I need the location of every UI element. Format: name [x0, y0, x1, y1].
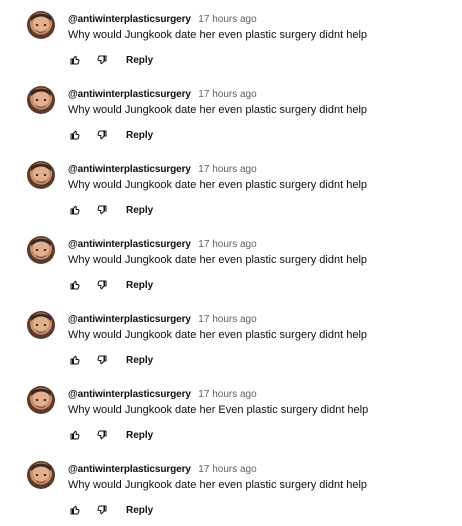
comment-text: Why would Jungkook date her even plastic…: [68, 254, 368, 266]
thumbs-down-icon[interactable]: [93, 51, 111, 69]
comment-actions: Reply: [66, 201, 153, 219]
comment-author[interactable]: @antiwinterplasticsurgery: [68, 14, 191, 25]
comment-author[interactable]: @antiwinterplasticsurgery: [68, 464, 191, 475]
comment-meta: @antiwinterplasticsurgery 17 hours ago: [68, 161, 257, 175]
comment-text: Why would Jungkook date her Even plastic…: [68, 404, 369, 416]
comment-timestamp[interactable]: 17 hours ago: [198, 89, 256, 100]
comment-text: Why would Jungkook date her even plastic…: [68, 329, 368, 341]
avatar[interactable]: [27, 236, 55, 264]
comment-item: @antiwinterplasticsurgery 17 hours ago W…: [0, 450, 462, 525]
comment-timestamp[interactable]: 17 hours ago: [198, 14, 256, 25]
thumbs-up-icon[interactable]: [66, 201, 84, 219]
thumbs-down-icon[interactable]: [93, 501, 111, 519]
thumbs-down-icon[interactable]: [93, 351, 111, 369]
reply-button[interactable]: Reply: [126, 355, 153, 366]
avatar[interactable]: [27, 161, 55, 189]
comment-timestamp[interactable]: 17 hours ago: [198, 239, 256, 250]
comment-actions: Reply: [66, 51, 153, 69]
reply-button[interactable]: Reply: [126, 205, 153, 216]
comment-item: @antiwinterplasticsurgery 17 hours ago W…: [0, 375, 462, 450]
comment-timestamp[interactable]: 17 hours ago: [198, 164, 256, 175]
comment-meta: @antiwinterplasticsurgery 17 hours ago: [68, 311, 257, 325]
comment-actions: Reply: [66, 351, 153, 369]
comment-timestamp[interactable]: 17 hours ago: [198, 464, 256, 475]
comment-actions: Reply: [66, 126, 153, 144]
comment-author[interactable]: @antiwinterplasticsurgery: [68, 164, 191, 175]
reply-button[interactable]: Reply: [126, 55, 153, 66]
avatar[interactable]: [27, 386, 55, 414]
reply-button[interactable]: Reply: [126, 130, 153, 141]
thumbs-up-icon[interactable]: [66, 426, 84, 444]
comment-text: Why would Jungkook date her even plastic…: [68, 29, 368, 41]
comment-item: @antiwinterplasticsurgery 17 hours ago W…: [0, 300, 462, 375]
comment-author[interactable]: @antiwinterplasticsurgery: [68, 314, 191, 325]
thumbs-down-icon[interactable]: [93, 201, 111, 219]
thumbs-up-icon[interactable]: [66, 276, 84, 294]
comment-actions: Reply: [66, 426, 153, 444]
avatar[interactable]: [27, 311, 55, 339]
comment-actions: Reply: [66, 276, 153, 294]
comment-meta: @antiwinterplasticsurgery 17 hours ago: [68, 11, 257, 25]
avatar[interactable]: [27, 86, 55, 114]
comment-item: @antiwinterplasticsurgery 17 hours ago W…: [0, 225, 462, 300]
thumbs-down-icon[interactable]: [93, 126, 111, 144]
comment-item: @antiwinterplasticsurgery 17 hours ago W…: [0, 150, 462, 225]
thumbs-down-icon[interactable]: [93, 426, 111, 444]
comment-timestamp[interactable]: 17 hours ago: [198, 314, 256, 325]
comment-list: @antiwinterplasticsurgery 17 hours ago W…: [0, 0, 462, 526]
comment-meta: @antiwinterplasticsurgery 17 hours ago: [68, 236, 257, 250]
thumbs-up-icon[interactable]: [66, 351, 84, 369]
comment-meta: @antiwinterplasticsurgery 17 hours ago: [68, 386, 257, 400]
thumbs-up-icon[interactable]: [66, 501, 84, 519]
reply-button[interactable]: Reply: [126, 430, 153, 441]
thumbs-up-icon[interactable]: [66, 126, 84, 144]
reply-button[interactable]: Reply: [126, 280, 153, 291]
comment-text: Why would Jungkook date her even plastic…: [68, 104, 368, 116]
comment-item: @antiwinterplasticsurgery 17 hours ago W…: [0, 0, 462, 75]
avatar[interactable]: [27, 11, 55, 39]
comment-meta: @antiwinterplasticsurgery 17 hours ago: [68, 461, 257, 475]
comment-author[interactable]: @antiwinterplasticsurgery: [68, 239, 191, 250]
thumbs-up-icon[interactable]: [66, 51, 84, 69]
comment-author[interactable]: @antiwinterplasticsurgery: [68, 389, 191, 400]
thumbs-down-icon[interactable]: [93, 276, 111, 294]
comment-text: Why would Jungkook date her even plastic…: [68, 179, 368, 191]
reply-button[interactable]: Reply: [126, 505, 153, 516]
comment-text: Why would Jungkook date her even plastic…: [68, 479, 368, 491]
avatar[interactable]: [27, 461, 55, 489]
comment-author[interactable]: @antiwinterplasticsurgery: [68, 89, 191, 100]
comment-actions: Reply: [66, 501, 153, 519]
comment-item: @antiwinterplasticsurgery 17 hours ago W…: [0, 75, 462, 150]
comment-meta: @antiwinterplasticsurgery 17 hours ago: [68, 86, 257, 100]
comment-timestamp[interactable]: 17 hours ago: [198, 389, 256, 400]
